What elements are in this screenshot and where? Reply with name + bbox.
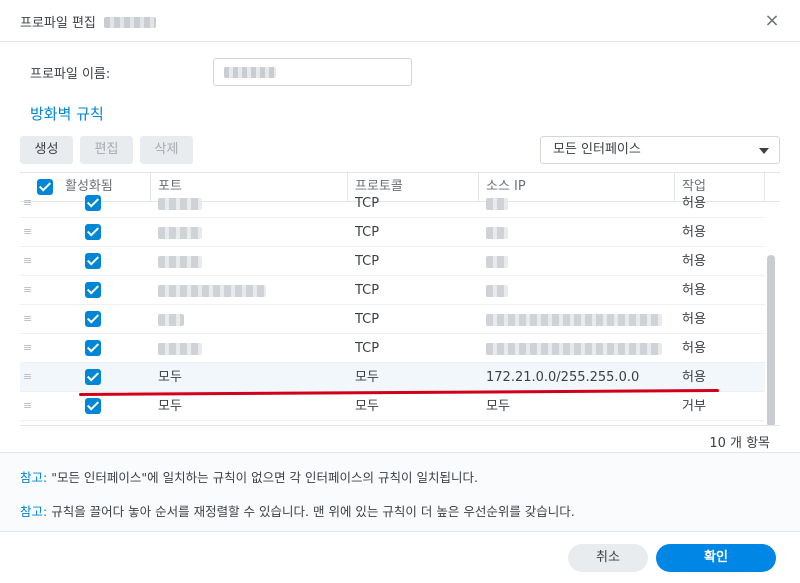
row-enabled-checkbox[interactable] [85, 224, 101, 240]
row-protocol: TCP [355, 225, 380, 240]
edit-button[interactable]: 편집 [80, 136, 133, 164]
redacted-port [158, 227, 202, 239]
cancel-button[interactable]: 취소 [568, 544, 648, 572]
row-enabled-checkbox[interactable] [85, 311, 101, 327]
row-enabled-checkbox[interactable] [85, 398, 101, 414]
row-protocol: TCP [355, 341, 380, 356]
redacted-port [158, 285, 266, 297]
redacted-port [158, 314, 184, 326]
redacted-port [158, 343, 202, 355]
row-source-ip: 172.21.0.0/255.255.0.0 [486, 370, 640, 385]
row-action: 허용 [682, 370, 706, 385]
redacted-source-ip [486, 285, 508, 297]
table-row[interactable]: ≡ TCP 허용 [20, 276, 765, 305]
row-protocol: TCP [355, 196, 380, 211]
redacted-source-ip [486, 343, 662, 355]
table-row[interactable]: ≡ TCP 허용 [20, 334, 765, 363]
redacted-source-ip [486, 227, 508, 239]
drag-handle-icon[interactable]: ≡ [23, 283, 32, 297]
drag-handle-icon[interactable]: ≡ [23, 196, 32, 210]
row-enabled-checkbox[interactable] [85, 253, 101, 269]
item-count: 10 개 항목 [709, 436, 770, 451]
interface-select[interactable]: 모든 인터페이스 [540, 136, 780, 164]
row-action: 허용 [682, 341, 706, 356]
redacted-source-ip [486, 198, 508, 210]
drag-handle-icon[interactable]: ≡ [23, 254, 32, 268]
dialog-title: 프로파일 편집 [20, 12, 156, 31]
row-source-ip: 모두 [486, 399, 510, 414]
profile-name-label: 프로파일 이름: [30, 67, 111, 82]
drag-handle-icon[interactable]: ≡ [23, 312, 32, 326]
drag-handle-icon[interactable]: ≡ [23, 399, 32, 413]
row-protocol: TCP [355, 283, 380, 298]
drag-handle-icon[interactable]: ≡ [23, 341, 32, 355]
row-action: 허용 [682, 283, 706, 298]
note-ordering: 참고: 규칙을 끌어다 놓아 순서를 재정렬할 수 있습니다. 맨 위에 있는 … [20, 501, 575, 520]
row-action: 허용 [682, 225, 706, 240]
redacted-port [158, 198, 202, 210]
note-text: "모든 인터페이스"에 일치하는 규칙이 없으면 각 인터페이스의 규칙이 일치… [47, 470, 478, 485]
row-enabled-checkbox[interactable] [85, 369, 101, 385]
note-label: 참고: [20, 470, 48, 485]
table-scrollbar[interactable] [767, 255, 775, 425]
row-port: 모두 [158, 370, 182, 385]
chevron-down-icon [759, 148, 769, 154]
redacted-profile-value [224, 67, 276, 78]
profile-name-input[interactable] [213, 58, 412, 86]
dialog-titlebar: 프로파일 편집 × [0, 0, 800, 42]
row-protocol: 모두 [355, 370, 379, 385]
table-row[interactable]: ≡ TCP 허용 [20, 247, 765, 276]
create-button[interactable]: 생성 [20, 136, 73, 164]
interface-select-value: 모든 인터페이스 [553, 142, 641, 157]
delete-button[interactable]: 삭제 [140, 136, 193, 164]
table-row[interactable]: ≡ 모두 모두 모두 거부 [20, 392, 765, 421]
row-enabled-checkbox[interactable] [85, 282, 101, 298]
row-enabled-checkbox[interactable] [85, 195, 101, 211]
redacted-profile-name [103, 17, 156, 28]
close-icon[interactable]: × [762, 11, 782, 31]
dialog-title-text: 프로파일 편집 [20, 16, 96, 31]
note-label: 참고: [20, 504, 48, 519]
table-row[interactable]: ≡ 모두 모두 172.21.0.0/255.255.0.0 허용 [20, 363, 765, 392]
row-action: 거부 [682, 399, 706, 414]
table-row[interactable]: ≡ TCP 허용 [20, 218, 765, 247]
row-port: 모두 [158, 399, 182, 414]
notes-panel: 참고: "모든 인터페이스"에 일치하는 규칙이 없으면 각 인터페이스의 규칙… [0, 452, 800, 532]
redacted-source-ip [486, 256, 508, 268]
note-text: 규칙을 끌어다 놓아 순서를 재정렬할 수 있습니다. 맨 위에 있는 규칙이 … [47, 504, 575, 519]
redacted-port [158, 256, 202, 268]
row-protocol: TCP [355, 312, 380, 327]
column-header-spacer [765, 173, 780, 202]
row-action: 허용 [682, 196, 706, 211]
note-interfaces: 참고: "모든 인터페이스"에 일치하는 규칙이 없으면 각 인터페이스의 규칙… [20, 467, 478, 486]
rules-table: 활성화됨 포트 프로토콜 소스 IP 작업 ≡ TCP 허용 ≡ TCP 허용 … [20, 172, 780, 426]
row-action: 허용 [682, 312, 706, 327]
ok-button[interactable]: 확인 [656, 544, 776, 572]
row-protocol: 모두 [355, 399, 379, 414]
drag-handle-icon[interactable]: ≡ [23, 225, 32, 239]
row-protocol: TCP [355, 254, 380, 269]
section-title: 방화벽 규칙 [30, 105, 104, 123]
redacted-source-ip [486, 314, 662, 326]
table-row[interactable]: ≡ TCP 허용 [20, 189, 765, 218]
row-enabled-checkbox[interactable] [85, 340, 101, 356]
table-row[interactable]: ≡ TCP 허용 [20, 305, 765, 334]
row-action: 허용 [682, 254, 706, 269]
drag-handle-icon[interactable]: ≡ [23, 370, 32, 384]
